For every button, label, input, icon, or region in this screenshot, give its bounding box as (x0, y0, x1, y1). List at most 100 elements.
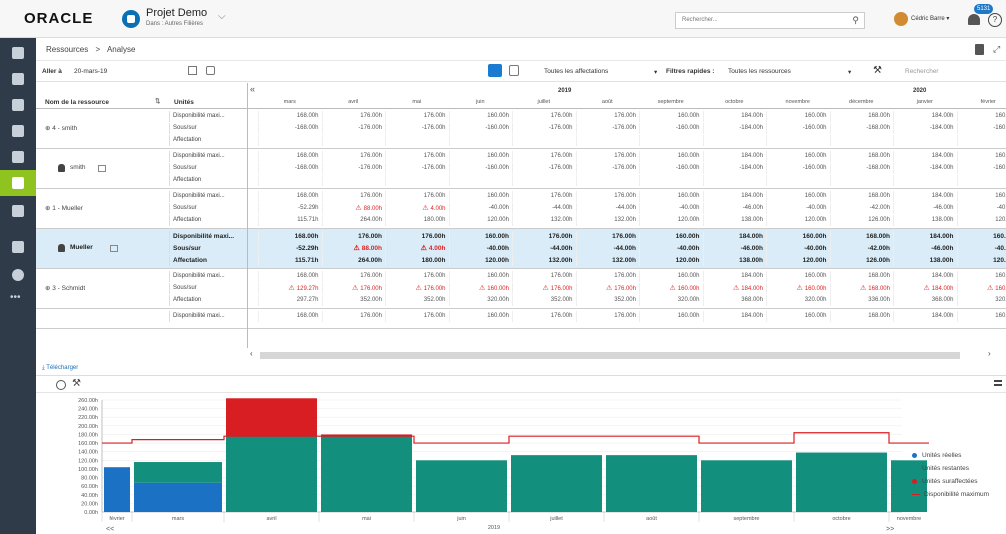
over-under-cell[interactable]: ⚠ 176.00h (321, 283, 386, 294)
availability-cell[interactable]: 176.00h (321, 151, 386, 162)
sidebar-item-home[interactable] (0, 40, 36, 66)
over-under-cell[interactable]: ⚠160.00h (639, 283, 703, 294)
availability-cell[interactable]: 168.00h (829, 231, 894, 242)
legend-item[interactable]: Unités suraffectées (912, 478, 978, 485)
availability-cell[interactable]: 160.00h (448, 191, 513, 202)
chart-nav-left[interactable]: << (106, 526, 114, 533)
availability-cell[interactable]: 160.00h (766, 111, 830, 122)
resource-name[interactable]: ⊕ 4 - smith (45, 124, 77, 132)
availability-cell[interactable]: 176.00h (385, 271, 449, 282)
bar-unités-restantes[interactable] (321, 436, 412, 512)
availability-cell[interactable]: 176.00h (512, 191, 576, 202)
availability-cell[interactable]: 160.00h (448, 231, 513, 242)
resource-row[interactable]: ⊕ 4 - smith Disponibilité maxi... Sous/sur… (36, 109, 247, 149)
availability-cell[interactable]: 160.00h (956, 311, 1006, 322)
availability-cell[interactable]: 160.00h (766, 231, 830, 242)
assignment-cell[interactable]: 126.00h (829, 255, 894, 266)
over-under-cell[interactable]: -160.00h (639, 123, 703, 134)
project-name[interactable]: Projet Demo (146, 7, 207, 19)
assignment-cell[interactable] (575, 175, 640, 186)
assignment-cell[interactable]: 120.00h (766, 215, 830, 226)
resource-card-icon[interactable] (110, 245, 118, 252)
assignment-cell[interactable] (956, 175, 1006, 186)
over-under-cell[interactable]: -160.00h (639, 163, 703, 174)
over-under-cell[interactable]: -168.00h (829, 123, 894, 134)
over-under-cell[interactable]: ⚠ 184.00h (893, 283, 957, 294)
assignment-cell[interactable]: 132.00h (512, 255, 576, 266)
over-under-cell[interactable]: ⚠ 176.00h (385, 283, 449, 294)
availability-cell[interactable]: 176.00h (575, 311, 640, 322)
availability-cell[interactable]: 160.00h (766, 151, 830, 162)
sidebar-item-more[interactable]: ••• (0, 286, 36, 312)
assignment-cell[interactable] (702, 175, 767, 186)
expand-icon[interactable]: ⤢ (993, 44, 1000, 55)
availability-cell[interactable]: 176.00h (321, 231, 386, 242)
tools-icon[interactable]: ⚒ (873, 65, 882, 76)
availability-cell[interactable]: 184.00h (702, 311, 767, 322)
availability-cell[interactable]: 160.00h (639, 151, 703, 162)
bar-unités-restantes[interactable] (701, 460, 792, 512)
assignment-cell[interactable]: 352.00h (321, 295, 386, 306)
avatar[interactable] (894, 12, 908, 26)
availability-cell[interactable]: 176.00h (575, 151, 640, 162)
calendar-icon[interactable] (188, 66, 197, 75)
availability-cell[interactable]: 184.00h (893, 111, 957, 122)
breadcrumb-resources[interactable]: Ressources (46, 45, 88, 54)
over-under-cell[interactable]: ⚠ 4.00h (385, 243, 449, 254)
over-under-cell[interactable]: -184.00h (893, 123, 957, 134)
assignment-cell[interactable]: 180.00h (385, 215, 449, 226)
over-under-cell[interactable]: -44.00h (575, 243, 640, 254)
availability-cell[interactable]: 168.00h (258, 271, 322, 282)
availability-cell[interactable]: 160.00h (639, 311, 703, 322)
bar-unités-restantes[interactable] (511, 455, 602, 512)
availability-cell[interactable]: 160.00h (766, 191, 830, 202)
assignment-cell[interactable] (829, 175, 894, 186)
availability-cell[interactable]: 184.00h (893, 271, 957, 282)
over-under-cell[interactable]: ⚠ 88.00h (321, 243, 386, 254)
over-under-cell[interactable]: ⚠ 176.00h (512, 283, 576, 294)
column-header-name[interactable]: Nom de la ressource (45, 99, 109, 106)
assignment-cell[interactable] (385, 135, 449, 146)
bar-unités-suraffectées[interactable] (226, 398, 317, 437)
assignment-cell[interactable] (448, 175, 513, 186)
scrollbar-thumb[interactable] (260, 352, 960, 359)
availability-cell[interactable]: 160.00h (956, 191, 1006, 202)
over-under-cell[interactable]: -160.00h (766, 163, 830, 174)
over-under-cell[interactable]: -176.00h (321, 163, 386, 174)
assignment-cell[interactable] (575, 135, 640, 146)
resource-name[interactable]: ⊕ 1 - Mueller (45, 204, 83, 212)
assignment-cell[interactable] (893, 135, 957, 146)
assignment-cell[interactable]: 120.00h (639, 215, 703, 226)
resource-card-icon[interactable] (98, 165, 106, 172)
print-icon[interactable] (206, 66, 215, 75)
assignment-cell[interactable]: 320.00h (956, 295, 1006, 306)
resource-name[interactable]: smith (70, 164, 86, 171)
assignment-cell[interactable] (639, 135, 703, 146)
availability-cell[interactable]: 184.00h (893, 191, 957, 202)
over-under-cell[interactable]: -176.00h (512, 163, 576, 174)
over-under-cell[interactable]: -160.00h (766, 123, 830, 134)
over-under-cell[interactable]: -176.00h (575, 163, 640, 174)
availability-cell[interactable]: 176.00h (385, 151, 449, 162)
over-under-cell[interactable]: -40.00h (448, 243, 513, 254)
availability-cell[interactable]: 176.00h (385, 311, 449, 322)
assignment-cell[interactable] (258, 175, 322, 186)
assignment-cell[interactable]: 120.00h (956, 215, 1006, 226)
legend-item[interactable]: Unités réelles (912, 452, 961, 459)
assignment-cell[interactable] (639, 175, 703, 186)
scroll-left-arrow-icon[interactable]: ‹ (250, 349, 253, 358)
over-under-cell[interactable]: -40.00h (766, 243, 830, 254)
assignment-cell[interactable]: 352.00h (512, 295, 576, 306)
over-under-cell[interactable]: ⚠ 176.00h (575, 283, 640, 294)
sidebar-item-timeline[interactable] (0, 144, 36, 170)
assignment-cell[interactable]: 352.00h (385, 295, 449, 306)
availability-cell[interactable]: 168.00h (829, 151, 894, 162)
assignment-cell[interactable]: 297.27h (258, 295, 322, 306)
horizontal-scrollbar[interactable]: ‹ › (248, 349, 1006, 360)
availability-cell[interactable]: 176.00h (385, 111, 449, 122)
sort-icon[interactable]: ⇅ (155, 97, 160, 105)
over-under-cell[interactable]: -40.00h (956, 203, 1006, 214)
over-under-cell[interactable]: -44.00h (512, 203, 576, 214)
over-under-cell[interactable]: -44.00h (575, 203, 640, 214)
download-link[interactable]: ⤓ Télécharger (42, 365, 78, 372)
